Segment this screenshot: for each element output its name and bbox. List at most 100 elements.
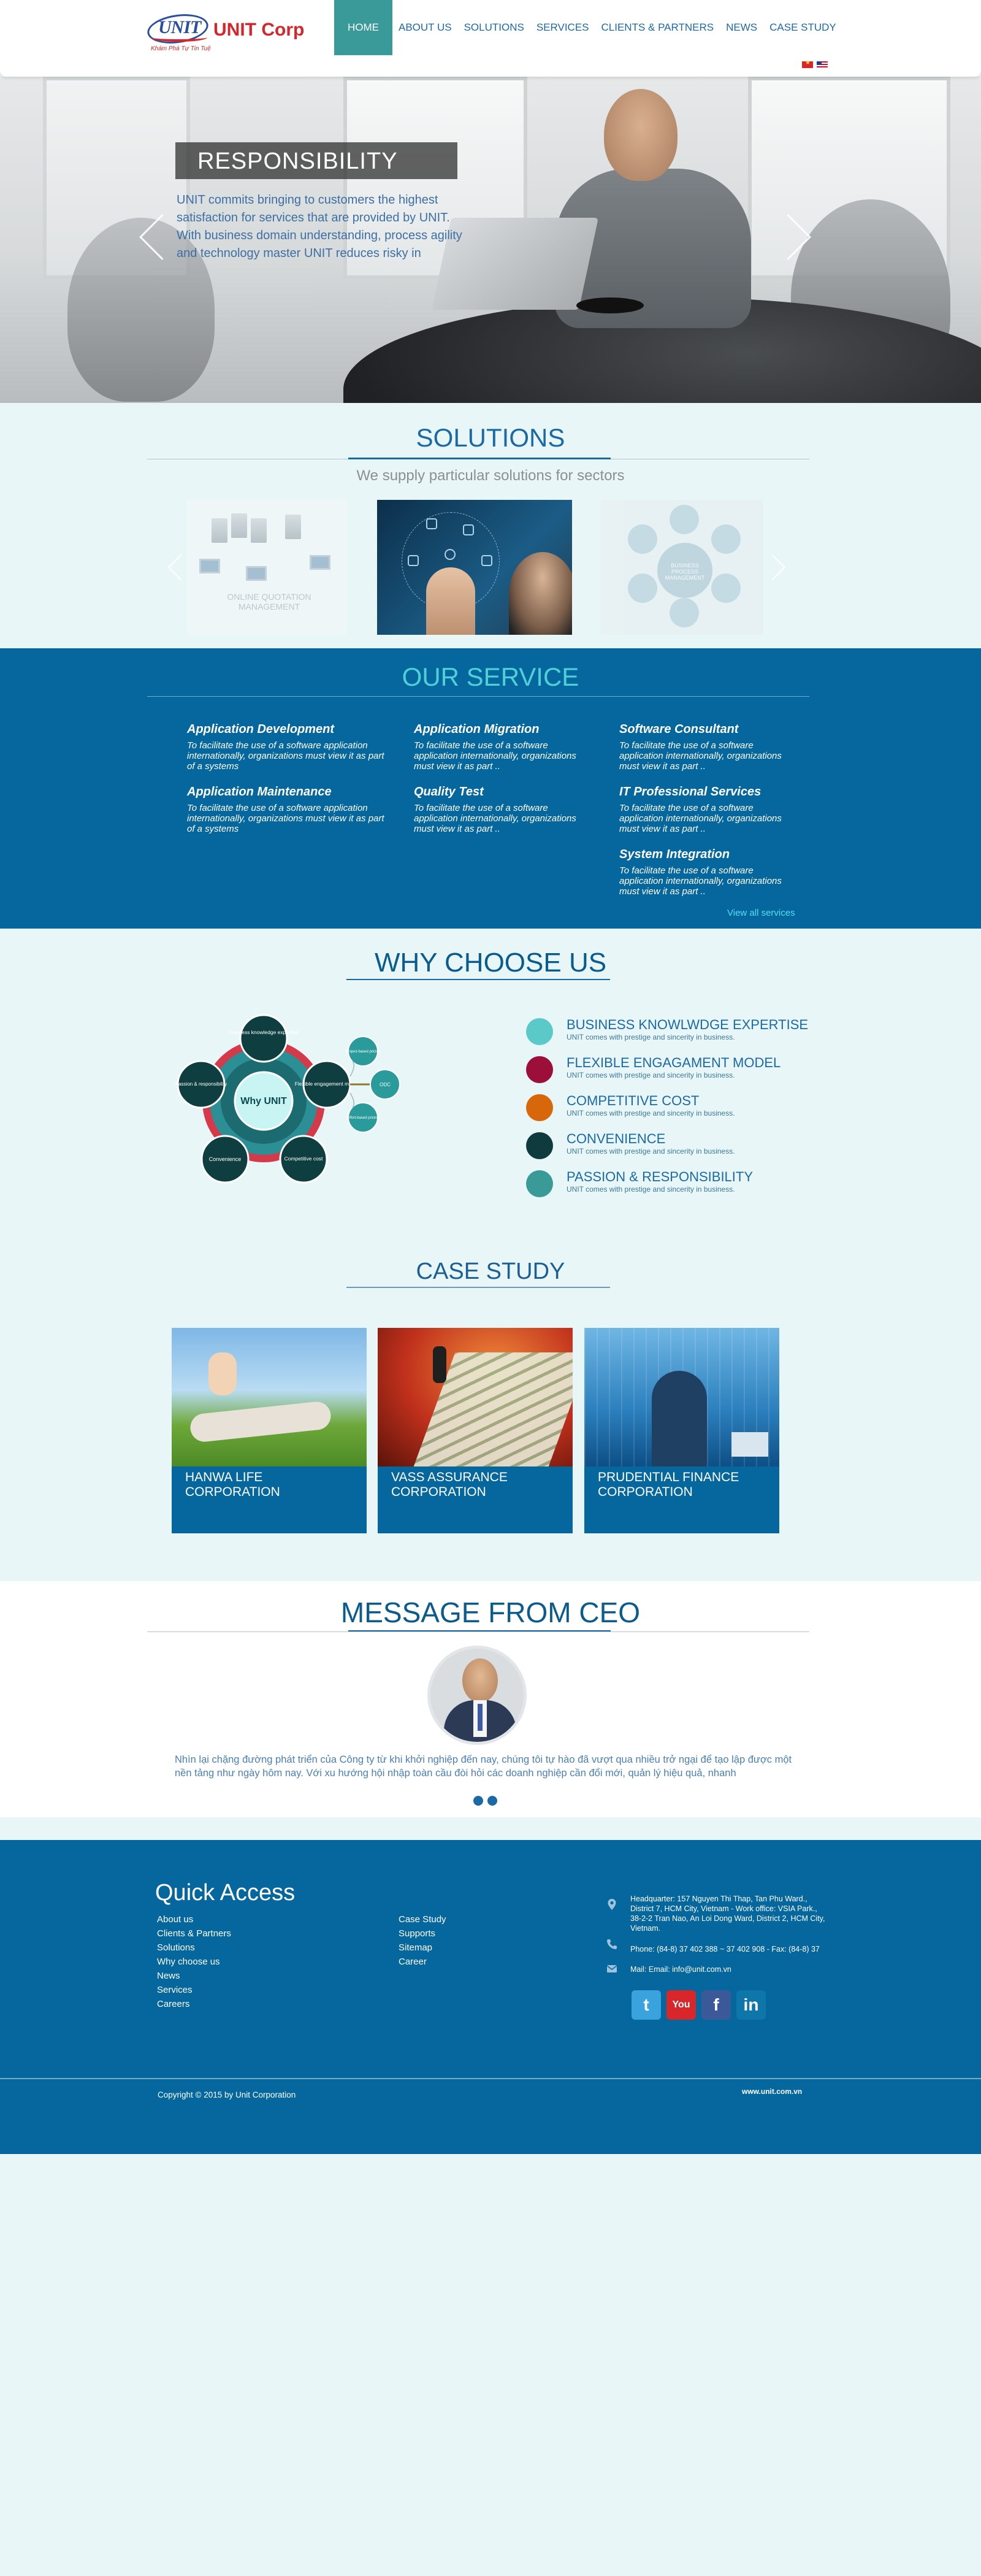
nav-home[interactable]: HOME xyxy=(334,0,392,55)
why-item-title: BUSINESS KNOWLWDGE EXPERTISE xyxy=(567,1017,809,1032)
footer-link-careers[interactable]: Careers xyxy=(157,1997,231,2011)
nav-about-us[interactable]: ABOUT US xyxy=(392,0,458,55)
footer-link-case-study[interactable]: Case Study xyxy=(399,1912,446,1926)
service-desc: To facilitate the use of a software appl… xyxy=(619,865,782,897)
youtube-icon[interactable]: You xyxy=(666,1990,696,2020)
why-item: FLEXIBLE ENGAGAMENT MODEL UNIT comes wit… xyxy=(526,1051,820,1088)
case-image-figure xyxy=(189,1400,332,1443)
why-item-desc: UNIT comes with prestige and sincerity i… xyxy=(567,1185,735,1194)
solutions-subtitle: We supply particular solutions for secto… xyxy=(356,467,625,484)
hero-prev-arrow-icon[interactable] xyxy=(136,209,161,264)
solutions-next-arrow-icon[interactable] xyxy=(763,552,788,589)
service-item[interactable]: Application Maintenance To facilitate th… xyxy=(187,785,389,834)
process-node xyxy=(670,505,699,534)
footer-phone: Phone: (84-8) 37 402 388 ~ 37 402 908 - … xyxy=(630,1945,820,1953)
logo-swoosh xyxy=(151,33,207,42)
server-icon xyxy=(231,513,247,538)
why-item-title: CONVENIENCE xyxy=(567,1131,666,1146)
footer-mail: Mail: Email: info@unit.com.vn xyxy=(630,1965,731,1974)
why-item-desc: UNIT comes with prestige and sincerity i… xyxy=(567,1071,735,1079)
service-title: Software Consultant xyxy=(619,723,739,736)
solution-card-online-quotation[interactable]: ONLINE QUOTATION MANAGEMENT xyxy=(187,500,346,635)
unit-logo[interactable]: UNIT UNIT Corp Khám Phá Tự Tin Tuệ xyxy=(145,10,307,55)
service-desc: To facilitate the use of a software appl… xyxy=(619,803,782,834)
service-title: IT Professional Services xyxy=(619,785,762,799)
footer-link-services[interactable]: Services xyxy=(157,1983,231,1997)
footer-link-clients-partners[interactable]: Clients & Partners xyxy=(157,1926,231,1941)
process-node xyxy=(628,524,657,554)
facebook-icon[interactable]: f xyxy=(701,1990,731,2020)
service-title: Application Migration xyxy=(414,723,540,736)
diagram-node-label: Passion & responsibility xyxy=(175,1081,227,1087)
service-item[interactable]: System Integration To facilitate the use… xyxy=(619,848,797,897)
server-icon xyxy=(285,515,301,539)
vn-flag-icon[interactable] xyxy=(802,59,813,68)
divider xyxy=(147,1631,809,1632)
service-item[interactable]: Application Migration To facilitate the … xyxy=(414,723,592,772)
service-title: Application Development xyxy=(187,723,335,736)
services-column-2: Application Migration To facilitate the … xyxy=(414,723,592,848)
case-card-hanwa[interactable]: HANWA LIFE CORPORATION xyxy=(172,1328,367,1533)
carousel-dot[interactable] xyxy=(487,1796,497,1806)
service-desc: To facilitate the use of a software appl… xyxy=(414,740,576,772)
title-underline xyxy=(348,458,611,459)
hero-next-arrow-icon[interactable] xyxy=(788,209,812,264)
app-icon xyxy=(463,524,474,535)
quick-access-column-2: Case Study Supports Sitemap Career xyxy=(399,1912,446,1969)
case-image xyxy=(172,1328,367,1466)
linkedin-icon[interactable]: in xyxy=(736,1990,766,2020)
service-item[interactable]: Application Development To facilitate th… xyxy=(187,723,389,772)
solutions-prev-arrow-icon[interactable] xyxy=(164,552,189,589)
footer-link-why-choose-us[interactable]: Why choose us xyxy=(157,1955,231,1969)
footer-link-career[interactable]: Career xyxy=(399,1955,446,1969)
why-item: COMPETITIVE COST UNIT comes with prestig… xyxy=(526,1089,820,1126)
solution-card-touch[interactable] xyxy=(377,500,572,635)
why-item-desc: UNIT comes with prestige and sincerity i… xyxy=(567,1033,735,1041)
view-all-services-link[interactable]: View all services xyxy=(727,908,795,918)
businessman xyxy=(509,552,572,635)
nav-news[interactable]: NEWS xyxy=(720,0,763,55)
solution-card-bpm[interactable]: BUSINESS PROCESS MANAGEMENT xyxy=(601,500,763,635)
case-image-figure xyxy=(652,1371,707,1466)
service-item[interactable]: IT Professional Services To facilitate t… xyxy=(619,785,797,834)
diagram-node-label: Convenience xyxy=(209,1156,242,1162)
carousel-dot[interactable] xyxy=(473,1796,483,1806)
nav-solutions[interactable]: SOLUTIONS xyxy=(458,0,530,55)
nav-clients-partners[interactable]: CLIENTS & PARTNERS xyxy=(595,0,720,55)
diagram-satellite-label: Effort-based pricing xyxy=(347,1116,379,1120)
case-card-prudential[interactable]: PRUDENTIAL FINANCE CORPORATION xyxy=(584,1328,779,1533)
case-image xyxy=(378,1328,573,1466)
footer-link-sitemap[interactable]: Sitemap xyxy=(399,1941,446,1955)
footer-link-about-us[interactable]: About us xyxy=(157,1912,231,1926)
twitter-icon[interactable]: t xyxy=(632,1990,661,2020)
diagram-node-label: Flexible engagement model xyxy=(295,1081,359,1087)
service-desc: To facilitate the use of a software appl… xyxy=(414,803,576,834)
case-study-title: CASE STUDY xyxy=(416,1259,565,1284)
app-icon xyxy=(481,555,492,566)
bpm-hub: BUSINESS PROCESS MANAGEMENT xyxy=(657,543,712,598)
case-label: VASS ASSURANCE CORPORATION xyxy=(391,1470,508,1499)
service-item[interactable]: Software Consultant To facilitate the us… xyxy=(619,723,797,772)
case-image xyxy=(584,1328,779,1466)
footer-link-solutions[interactable]: Solutions xyxy=(157,1941,231,1955)
hero-person-head xyxy=(604,89,678,181)
bullet-circle-icon xyxy=(526,1018,553,1045)
bullet-circle-icon xyxy=(526,1094,553,1121)
why-item-title: FLEXIBLE ENGAGAMENT MODEL xyxy=(567,1055,781,1070)
case-card-vass[interactable]: VASS ASSURANCE CORPORATION xyxy=(378,1328,573,1533)
hero-title: RESPONSIBILITY xyxy=(175,142,457,179)
why-item-title: PASSION & RESPONSIBILITY xyxy=(567,1169,754,1184)
case-label: HANWA LIFE CORPORATION xyxy=(185,1470,280,1499)
footer-link-news[interactable]: News xyxy=(157,1969,231,1983)
footer-link-supports[interactable]: Supports xyxy=(399,1926,446,1941)
en-flag-icon[interactable] xyxy=(817,61,828,68)
nav-services[interactable]: SERVICES xyxy=(530,0,595,55)
process-node xyxy=(711,524,741,554)
computer-icon xyxy=(310,555,330,570)
nav-case-study[interactable]: CASE STUDY xyxy=(763,0,842,55)
bullet-circle-icon xyxy=(526,1170,553,1197)
site-url-link[interactable]: www.unit.com.vn xyxy=(742,2087,802,2096)
service-item[interactable]: Quality Test To facilitate the use of a … xyxy=(414,785,592,834)
service-title: Application Maintenance xyxy=(187,785,332,799)
diagram-connector xyxy=(349,1092,354,1108)
